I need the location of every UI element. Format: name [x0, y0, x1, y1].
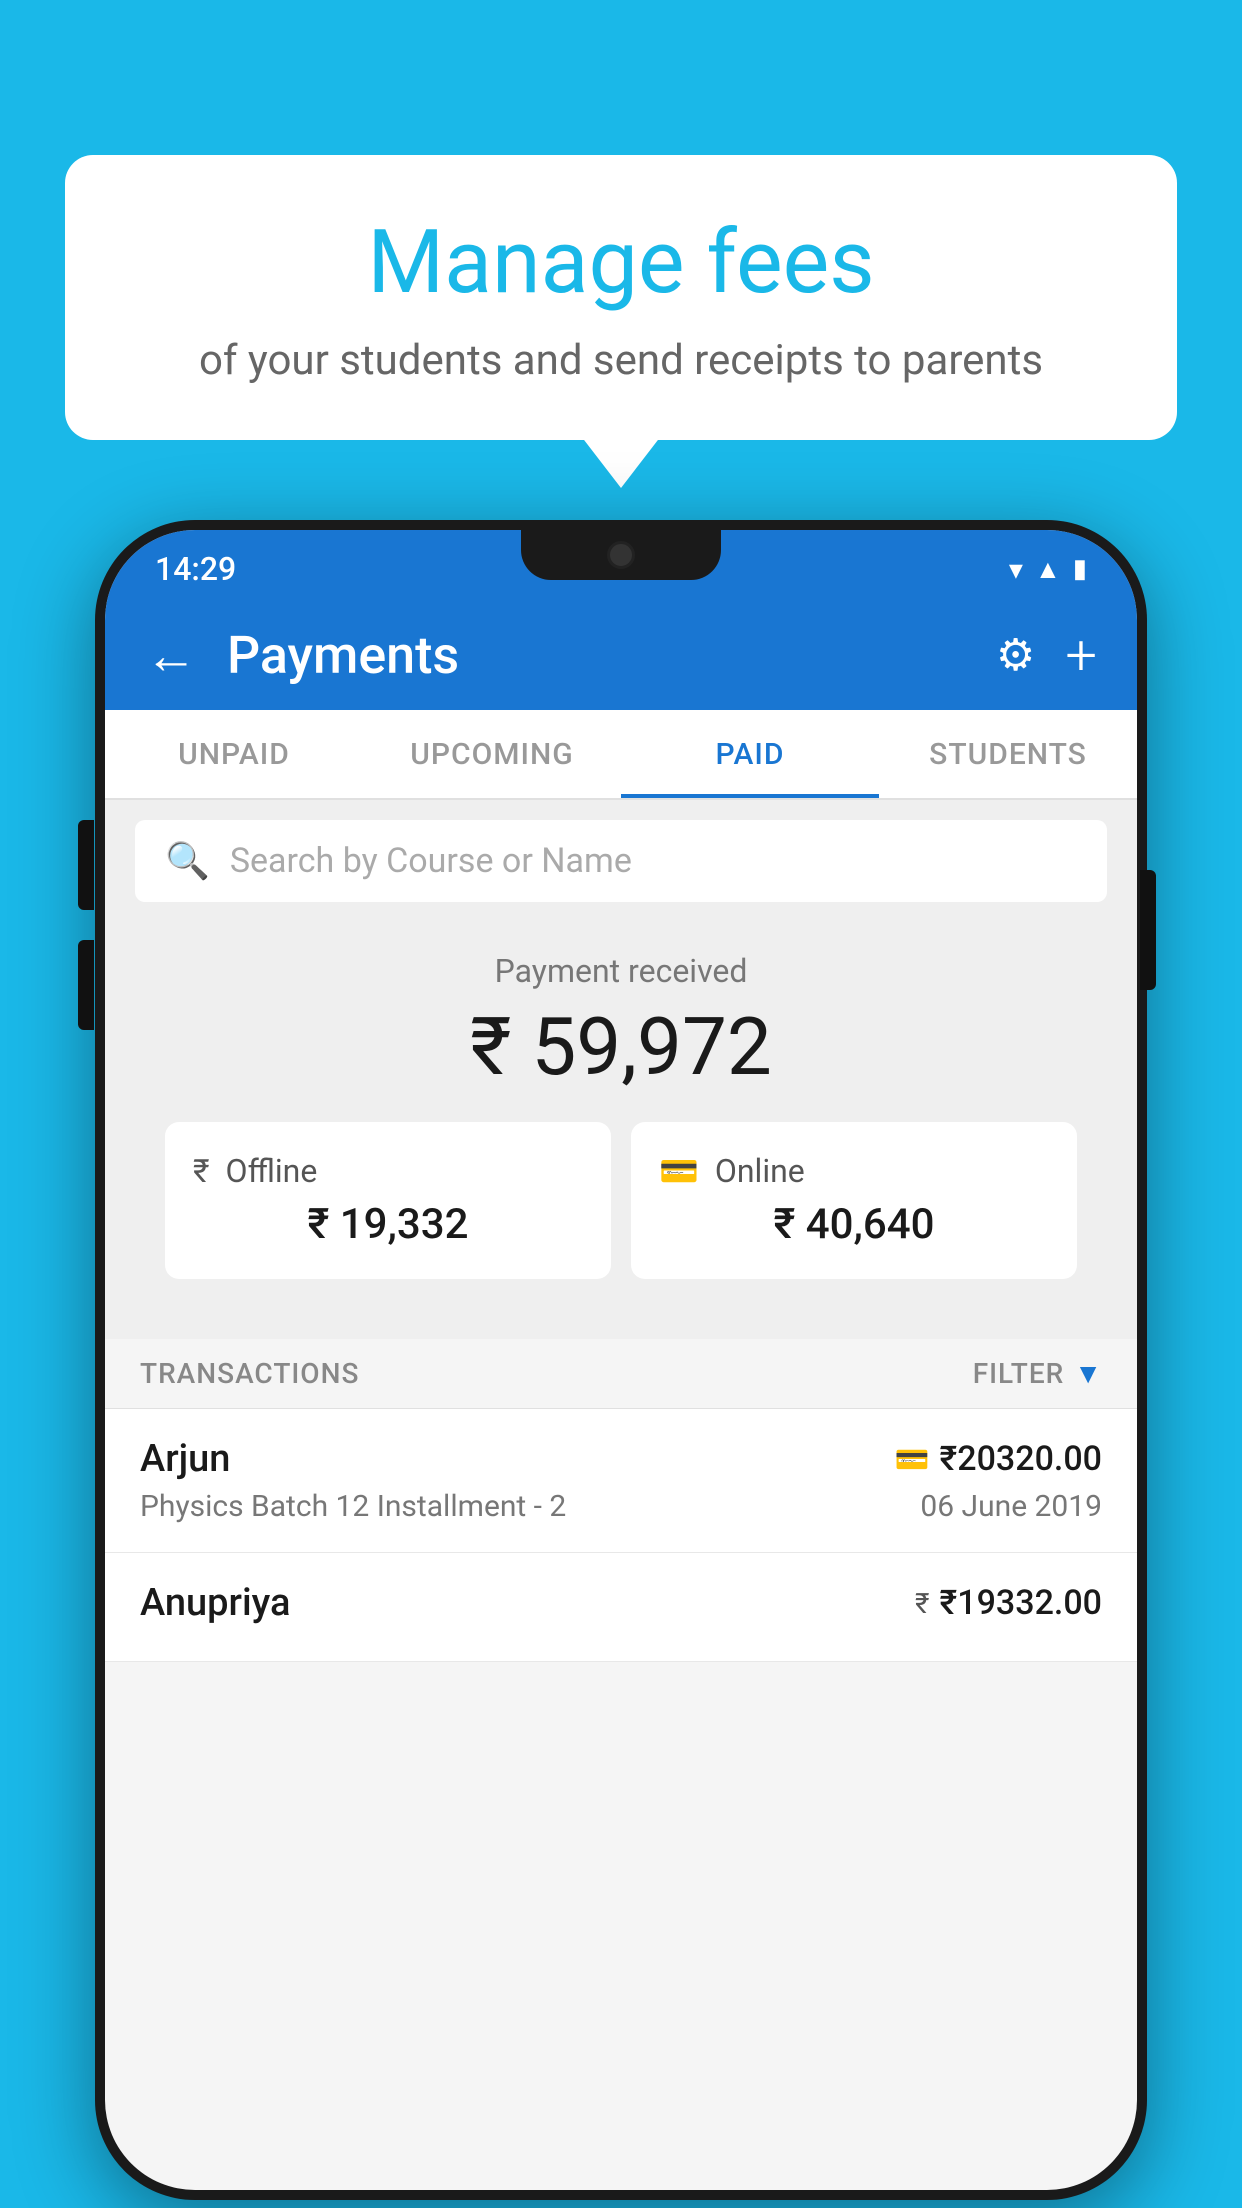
tabs-bar: UNPAID UPCOMING PAID STUDENTS	[105, 710, 1137, 800]
transaction-bottom-1: Physics Batch 12 Installment - 2 06 June…	[140, 1489, 1102, 1524]
search-icon: 🔍	[165, 840, 210, 882]
add-icon[interactable]: +	[1065, 622, 1097, 688]
online-label: Online	[715, 1152, 805, 1190]
student-name-2: Anupriya	[140, 1581, 290, 1625]
card-payment-icon-1: 💳	[895, 1443, 930, 1476]
transaction-amount-2: ₹19332.00	[940, 1583, 1102, 1623]
speech-bubble-box: Manage fees of your students and send re…	[65, 155, 1177, 440]
summary-area: Payment received ₹ 59,972 ₹ Offline ₹ 19…	[105, 922, 1137, 1339]
status-icons: ▾ ▲ ▮	[1009, 553, 1087, 586]
payment-received-label: Payment received	[135, 952, 1107, 990]
tab-students[interactable]: STUDENTS	[879, 710, 1137, 798]
settings-icon[interactable]: ⚙	[996, 629, 1035, 681]
table-row[interactable]: Anupriya ₹ ₹19332.00	[105, 1553, 1137, 1662]
volume-up-button	[78, 820, 94, 910]
offline-icon: ₹	[193, 1152, 210, 1190]
battery-icon: ▮	[1073, 554, 1087, 584]
transaction-date-1: 06 June 2019	[920, 1489, 1102, 1524]
phone-screen: 14:29 ▾ ▲ ▮ ← Payments ⚙ + UNPAID	[105, 530, 1137, 2190]
search-input[interactable]: Search by Course or Name	[230, 841, 632, 881]
bubble-subtitle: of your students and send receipts to pa…	[145, 336, 1097, 385]
app-bar: ← Payments ⚙ +	[105, 600, 1137, 710]
search-bar[interactable]: 🔍 Search by Course or Name	[135, 820, 1107, 902]
online-card-top: 💳 Online	[659, 1152, 1049, 1190]
phone-notch	[521, 530, 721, 580]
signal-icon: ▲	[1035, 554, 1061, 585]
filter-label: FILTER	[973, 1357, 1065, 1390]
status-time: 14:29	[155, 550, 236, 588]
speech-bubble: Manage fees of your students and send re…	[65, 155, 1177, 440]
offline-amount: ₹ 19,332	[193, 1200, 583, 1249]
filter-icon: ▼	[1074, 1357, 1102, 1390]
tab-upcoming[interactable]: UPCOMING	[363, 710, 621, 798]
transactions-label: TRANSACTIONS	[140, 1357, 359, 1390]
offline-label: Offline	[226, 1152, 318, 1190]
app-bar-title: Payments	[227, 625, 966, 686]
offline-card-top: ₹ Offline	[193, 1152, 583, 1190]
transactions-header: TRANSACTIONS FILTER ▼	[105, 1339, 1137, 1409]
payment-cards: ₹ Offline ₹ 19,332 💳 Online ₹ 40,640	[135, 1122, 1107, 1309]
student-name-1: Arjun	[140, 1437, 230, 1481]
front-camera	[607, 541, 635, 569]
transaction-top-2: Anupriya ₹ ₹19332.00	[140, 1581, 1102, 1625]
transaction-amount-1: ₹20320.00	[940, 1439, 1102, 1479]
search-bar-wrapper: 🔍 Search by Course or Name	[105, 800, 1137, 922]
total-amount: ₹ 59,972	[135, 1000, 1107, 1094]
tab-paid[interactable]: PAID	[621, 710, 879, 798]
bubble-title: Manage fees	[145, 215, 1097, 312]
phone: 14:29 ▾ ▲ ▮ ← Payments ⚙ + UNPAID	[95, 520, 1147, 2200]
volume-down-button	[78, 940, 94, 1030]
online-icon: 💳	[659, 1152, 699, 1190]
phone-outer: 14:29 ▾ ▲ ▮ ← Payments ⚙ + UNPAID	[95, 520, 1147, 2200]
power-button	[1140, 870, 1156, 990]
cash-payment-icon-2: ₹	[915, 1587, 929, 1620]
online-card: 💳 Online ₹ 40,640	[631, 1122, 1077, 1279]
app-bar-actions: ⚙ +	[996, 622, 1097, 688]
filter-area[interactable]: FILTER ▼	[973, 1357, 1102, 1390]
amount-area-2: ₹ ₹19332.00	[915, 1583, 1102, 1623]
tab-unpaid[interactable]: UNPAID	[105, 710, 363, 798]
back-button[interactable]: ←	[145, 625, 197, 686]
wifi-icon: ▾	[1009, 553, 1023, 586]
transaction-list: Arjun 💳 ₹20320.00 Physics Batch 12 Insta…	[105, 1409, 1137, 1662]
offline-card: ₹ Offline ₹ 19,332	[165, 1122, 611, 1279]
course-name-1: Physics Batch 12 Installment - 2	[140, 1489, 566, 1524]
transaction-top-1: Arjun 💳 ₹20320.00	[140, 1437, 1102, 1481]
table-row[interactable]: Arjun 💳 ₹20320.00 Physics Batch 12 Insta…	[105, 1409, 1137, 1553]
amount-area-1: 💳 ₹20320.00	[895, 1439, 1102, 1479]
online-amount: ₹ 40,640	[659, 1200, 1049, 1249]
